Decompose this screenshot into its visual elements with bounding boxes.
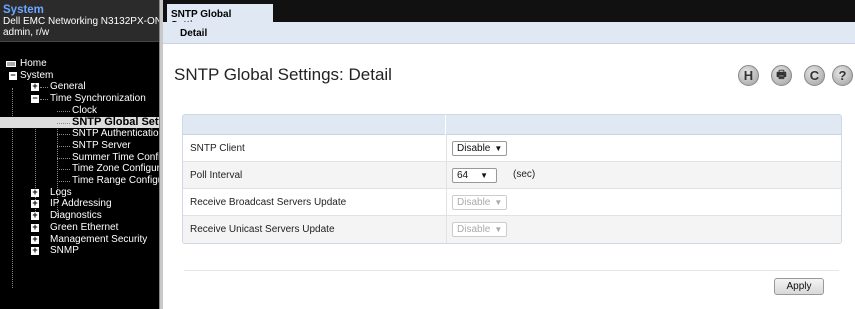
row-label: Poll Interval [190, 170, 243, 181]
sidebar-item-snmp[interactable]: + SNMP [0, 245, 159, 257]
expand-icon[interactable]: + [31, 246, 39, 256]
expand-icon[interactable]: + [31, 234, 39, 244]
row-label: Receive Unicast Servers Update [190, 224, 335, 235]
sidebar-item-mgmt-security[interactable]: + Management Security [0, 234, 159, 246]
sub-tab-bar: Detail [163, 22, 855, 44]
dropdown-arrow-icon: ▼ [494, 144, 503, 153]
apply-button[interactable]: Apply [774, 278, 824, 295]
settings-panel: SNTP Client Disable ▼ Poll Interval 64 ▼ (… [182, 114, 842, 244]
sidebar-item-time-zone[interactable]: Time Zone Configura [0, 163, 159, 175]
print-icon[interactable]: 🖶 [771, 65, 792, 86]
sidebar-item-home[interactable]: Home [0, 58, 159, 70]
sidebar-item-diagnostics[interactable]: + Diagnostics [0, 210, 159, 222]
expand-icon[interactable]: + [31, 187, 39, 197]
poll-interval-select[interactable]: 64 ▼ [452, 168, 497, 183]
sidebar-title: System [3, 4, 44, 16]
row-poll-interval: Poll Interval 64 ▼ (sec) [183, 162, 841, 189]
tab-bar: SNTP Global Settings [163, 0, 855, 31]
page-title: SNTP Global Settings: Detail [174, 65, 392, 84]
help-icon[interactable]: H [738, 65, 759, 86]
expand-icon[interactable]: + [31, 199, 39, 209]
sidebar-item-green-ethernet[interactable]: + Green Ethernet [0, 222, 159, 234]
expand-icon[interactable]: + [31, 222, 39, 232]
sntp-client-select[interactable]: Disable ▼ [452, 141, 508, 156]
panel-header [183, 115, 841, 135]
row-label: Receive Broadcast Servers Update [190, 197, 347, 208]
sidebar-item-general[interactable]: + General [0, 81, 159, 93]
app-root: System Dell EMC Networking N3132PX-ON ad… [0, 0, 855, 309]
sidebar-splitter[interactable] [159, 0, 163, 309]
sidebar-item-sntp-server[interactable]: SNTP Server [0, 140, 159, 152]
sidebar-item-system[interactable]: − System [0, 70, 159, 82]
sidebar-item-clock[interactable]: Clock [0, 105, 159, 117]
home-icon [6, 61, 16, 67]
row-sntp-client: SNTP Client Disable ▼ [183, 135, 841, 162]
divider [184, 270, 839, 271]
row-broadcast-update: Receive Broadcast Servers Update Disable… [183, 189, 841, 216]
row-label: SNTP Client [190, 143, 245, 154]
user-info: admin, r/w [3, 27, 50, 38]
refresh-icon[interactable]: C [804, 65, 825, 86]
tab-detail[interactable]: Detail [180, 28, 207, 39]
row-unicast-update: Receive Unicast Servers Update Disable ▼ [183, 216, 841, 243]
expand-icon[interactable]: + [31, 82, 39, 92]
sidebar-item-sntp-global[interactable]: SNTP Global Sett [0, 116, 159, 129]
dropdown-arrow-icon: ▼ [494, 198, 503, 207]
question-icon[interactable]: ? [832, 65, 853, 86]
device-name: Dell EMC Networking N3132PX-ON [3, 16, 159, 27]
expand-icon[interactable]: + [31, 211, 39, 221]
collapse-icon[interactable]: − [9, 70, 17, 80]
sidebar-header: System Dell EMC Networking N3132PX-ON ad… [0, 0, 159, 42]
sidebar-item-time-range[interactable]: Time Range Configu [0, 175, 159, 187]
sidebar: System Dell EMC Networking N3132PX-ON ad… [0, 0, 159, 309]
sidebar-item-sntp-auth[interactable]: SNTP Authenticatio [0, 128, 159, 140]
poll-interval-unit: (sec) [513, 169, 536, 180]
dropdown-arrow-icon: ▼ [494, 225, 503, 234]
sidebar-item-time-sync[interactable]: − Time Synchronization [0, 93, 159, 105]
sidebar-item-ip-addressing[interactable]: + IP Addressing [0, 198, 159, 210]
sidebar-item-summer-time[interactable]: Summer Time Confi [0, 152, 159, 164]
broadcast-update-select[interactable]: Disable ▼ [452, 195, 508, 210]
dropdown-arrow-icon: ▼ [480, 171, 489, 180]
sidebar-item-logs[interactable]: + Logs [0, 187, 159, 199]
unicast-update-select[interactable]: Disable ▼ [452, 222, 508, 237]
collapse-icon[interactable]: − [31, 94, 39, 104]
